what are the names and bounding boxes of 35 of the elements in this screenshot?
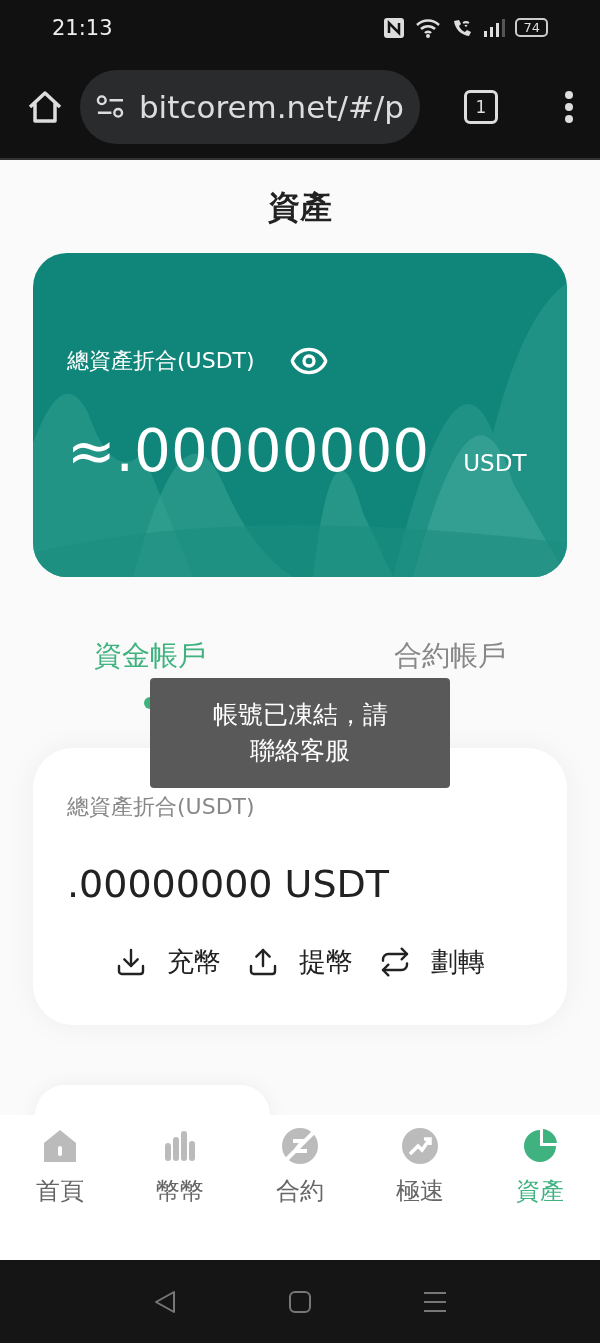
nav-tab[interactable]: 極速 — [396, 1127, 444, 1217]
nav-tab[interactable]: 幣幣 — [156, 1127, 204, 1217]
account-total-amount: .00000000 USDT — [67, 862, 390, 906]
account-tab[interactable]: 合約帳戶 — [394, 637, 506, 675]
balance-amount: ≈.00000000 — [67, 417, 430, 485]
nav-tab[interactable]: 合約 — [276, 1127, 324, 1217]
home-button-icon[interactable] — [288, 1289, 312, 1314]
account-action-button[interactable]: 提幣 — [247, 944, 353, 980]
url-text: bitcorem.net/#/p — [138, 88, 404, 125]
account-action-button[interactable]: 充幣 — [115, 944, 221, 980]
balance-unit: USDT — [463, 450, 527, 476]
toast-message: 帳號已凍結，請聯絡客服 — [211, 698, 389, 767]
download-icon — [115, 946, 147, 978]
recents-icon[interactable] — [422, 1289, 448, 1314]
nfc-icon — [383, 16, 406, 39]
swap-circle-icon — [281, 1127, 319, 1165]
trend-circle-icon — [401, 1127, 439, 1165]
status-time: 21:13 — [52, 15, 113, 40]
account-action-button[interactable]: 劃轉 — [379, 944, 485, 980]
nav-tab[interactable]: 首頁 — [36, 1127, 84, 1217]
site-settings-icon — [96, 93, 125, 120]
account-total-label: 總資產折合(USDT) — [67, 793, 256, 821]
upload-icon — [247, 946, 279, 978]
pie-chart-icon — [521, 1127, 559, 1165]
url-field[interactable]: bitcorem.net/#/p — [80, 69, 420, 144]
signal-icon — [483, 17, 506, 38]
menu-icon[interactable] — [564, 89, 574, 124]
home-icon — [41, 1127, 79, 1165]
battery-level: 74 — [515, 18, 548, 37]
page-title: 資產 — [268, 187, 332, 228]
tab-count-button[interactable]: 1 — [464, 89, 498, 124]
transfer-icon — [379, 946, 411, 978]
wifi-icon — [415, 16, 442, 39]
balance-label: 總資產折合(USDT) — [67, 347, 255, 375]
back-icon[interactable] — [152, 1288, 178, 1315]
